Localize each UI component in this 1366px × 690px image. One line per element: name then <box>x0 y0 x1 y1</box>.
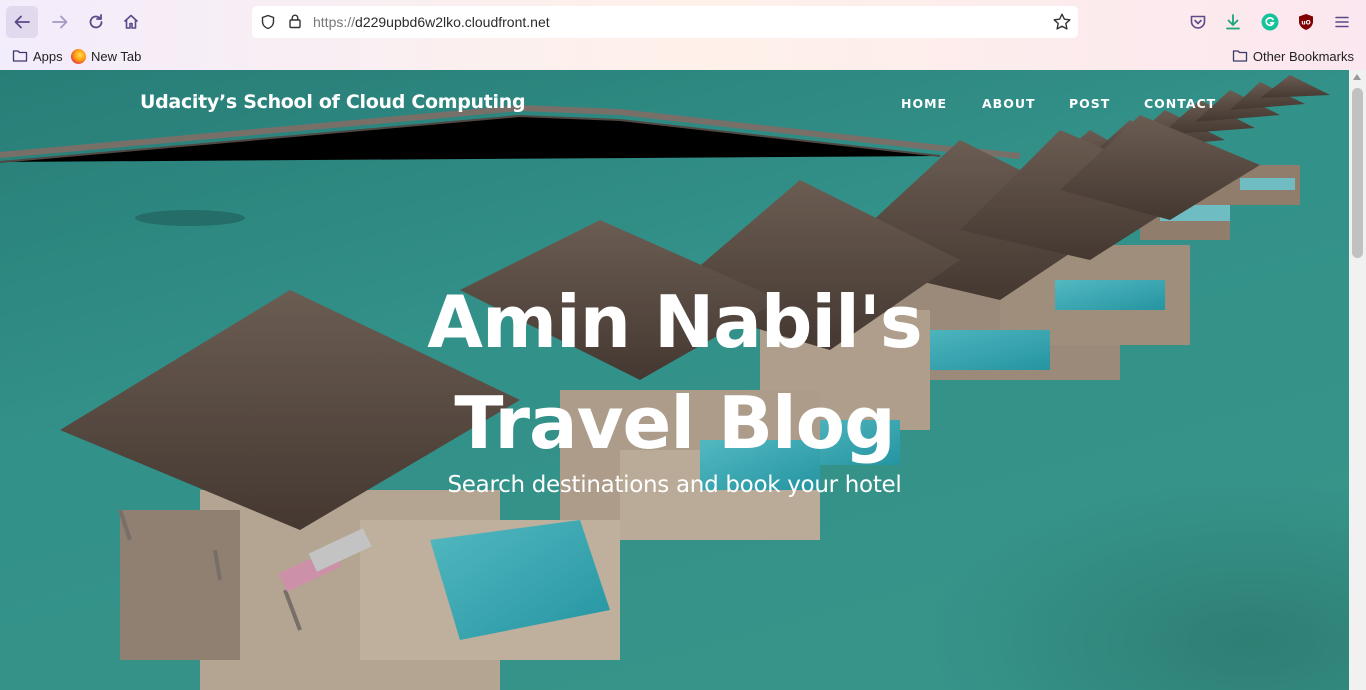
ublock-button[interactable]: uO <box>1295 11 1317 33</box>
download-icon <box>1226 14 1240 30</box>
reload-icon <box>89 14 103 29</box>
site-brand[interactable]: Udacity’s School of Cloud Computing <box>140 91 526 113</box>
page-subheading: Search destinations and book your hotel <box>447 472 902 498</box>
reload-button[interactable] <box>80 6 112 38</box>
scroll-up-arrow-icon[interactable] <box>1353 74 1361 80</box>
back-arrow-icon <box>14 15 30 29</box>
folder-icon <box>12 50 28 62</box>
other-bookmarks-label: Other Bookmarks <box>1252 48 1354 64</box>
bookmark-new-tab[interactable]: New Tab <box>71 46 141 66</box>
home-button[interactable] <box>115 6 147 38</box>
ublock-icon: uO <box>1299 14 1313 30</box>
home-icon <box>123 14 139 29</box>
nav-home[interactable]: HOME <box>901 96 947 111</box>
page-title-line-2: Travel Blog <box>454 381 895 465</box>
app-menu-button[interactable] <box>1331 11 1353 33</box>
pocket-icon <box>1190 15 1206 29</box>
url-text[interactable]: https://d229upbd6w2lko.cloudfront.net <box>313 14 550 30</box>
bookmark-new-tab-label: New Tab <box>91 48 142 64</box>
page-title-line-1: Amin Nabil's <box>427 280 922 364</box>
lock-icon[interactable] <box>287 13 303 29</box>
downloads-button[interactable] <box>1222 11 1244 33</box>
back-button[interactable] <box>6 6 38 38</box>
bookmark-apps-label: Apps <box>33 48 63 64</box>
svg-text:uO: uO <box>1301 20 1310 27</box>
browser-chrome: https://d229upbd6w2lko.cloudfront.net uO… <box>0 0 1366 71</box>
forward-button[interactable] <box>44 6 76 38</box>
nav-about[interactable]: ABOUT <box>982 96 1036 111</box>
folder-icon <box>1232 50 1247 62</box>
browser-toolbar: https://d229upbd6w2lko.cloudfront.net uO <box>0 2 1366 42</box>
other-bookmarks[interactable]: Other Bookmarks <box>1232 46 1354 66</box>
page-scrollbar[interactable] <box>1349 70 1366 690</box>
pocket-button[interactable] <box>1187 11 1209 33</box>
maldives-overwater-villas-image <box>0 70 1349 690</box>
bookmark-apps[interactable]: Apps <box>12 46 63 66</box>
bookmarks-toolbar: Apps New Tab Other Bookmarks <box>0 44 1366 68</box>
address-bar[interactable]: https://d229upbd6w2lko.cloudfront.net <box>252 6 1078 38</box>
page-viewport: Udacity’s School of Cloud Computing HOME… <box>0 70 1349 690</box>
hamburger-menu-icon <box>1335 16 1349 28</box>
grammarly-icon <box>1261 13 1279 31</box>
scrollbar-thumb[interactable] <box>1352 88 1363 258</box>
forward-arrow-icon <box>52 15 68 29</box>
firefox-icon <box>71 48 86 64</box>
url-protocol: https:// <box>313 14 356 30</box>
grammarly-button[interactable] <box>1259 11 1281 33</box>
nav-post[interactable]: POST <box>1069 96 1110 111</box>
nav-contact[interactable]: CONTACT <box>1144 96 1216 111</box>
star-icon[interactable] <box>1052 12 1072 32</box>
url-host: d229upbd6w2lko.cloudfront.net <box>355 14 550 30</box>
shield-icon[interactable] <box>260 14 276 30</box>
